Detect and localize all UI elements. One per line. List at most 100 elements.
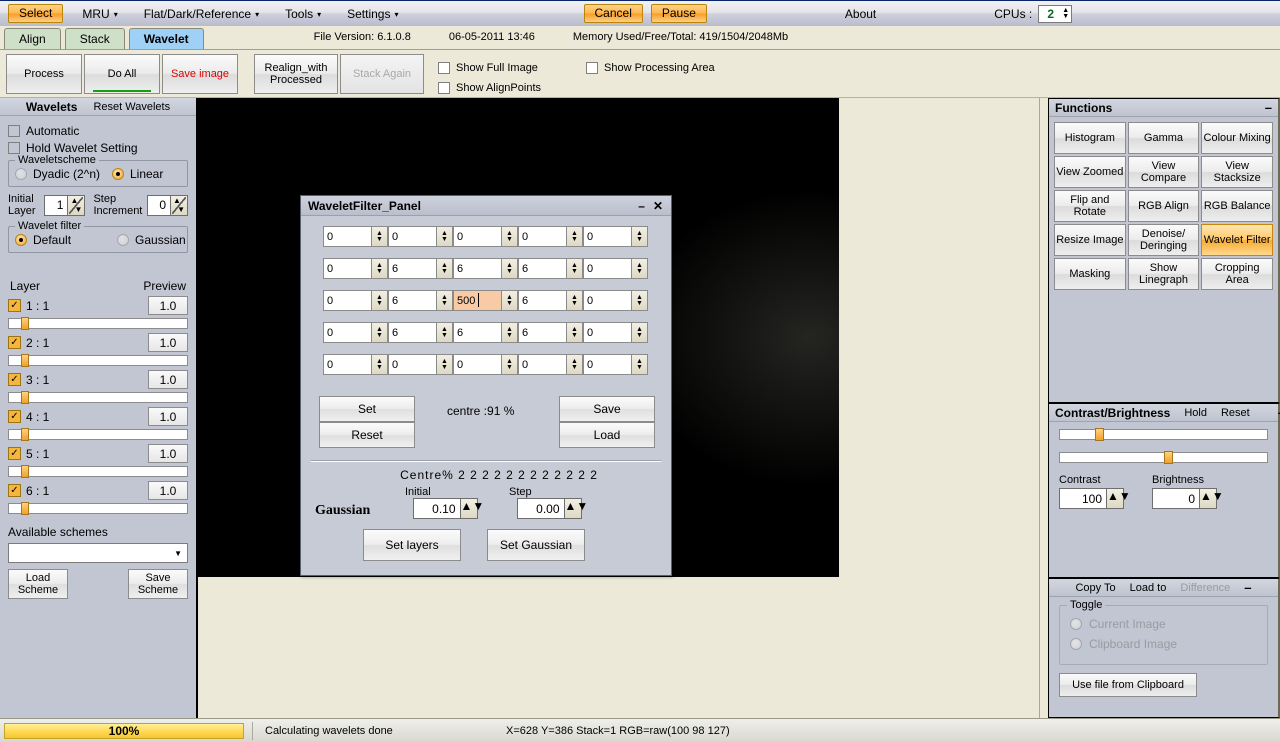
checkbox-show-alignpoints[interactable]: Show AlignPoints	[438, 78, 838, 98]
matrix-cell-4-1[interactable]: 0▲▼	[388, 354, 453, 375]
matrix-cell-1-2[interactable]: 6▲▼	[453, 258, 518, 279]
radio-dyadic-icon[interactable]	[15, 168, 27, 180]
layer-1-slider[interactable]	[8, 317, 188, 330]
stepper-arrows-icon[interactable]: ▲▼	[501, 323, 517, 342]
stepper-arrows-icon[interactable]: ▲▼	[631, 227, 647, 246]
set-gaussian-button[interactable]: Set Gaussian	[487, 529, 585, 561]
layer-3-checkbox[interactable]: ✓	[8, 373, 21, 386]
layer-1-preview[interactable]: 1.0	[148, 296, 188, 315]
minimize-icon[interactable]: –	[1244, 584, 1251, 592]
matrix-cell-4-0[interactable]: 0▲▼	[323, 354, 388, 375]
stepper-arrows-icon[interactable]: ▲▼	[566, 227, 582, 246]
tab-align[interactable]: Align	[4, 28, 61, 49]
stepper-arrows-icon[interactable]: ▲▼	[67, 196, 84, 215]
checkbox-automatic[interactable]: Automatic	[8, 122, 188, 139]
matrix-cell-4-3[interactable]: 0▲▼	[518, 354, 583, 375]
radio-gaussian-icon[interactable]	[117, 234, 129, 246]
matrix-cell-2-4[interactable]: 0▲▼	[583, 290, 648, 311]
process-button[interactable]: Process	[6, 54, 82, 94]
pause-button[interactable]: Pause	[651, 4, 707, 23]
matrix-cell-0-0[interactable]: 0▲▼	[323, 226, 388, 247]
dialog-set-button[interactable]: Set	[319, 396, 415, 422]
radio-default-label[interactable]: Default	[33, 233, 71, 247]
matrix-cell-0-1[interactable]: 0▲▼	[388, 226, 453, 247]
minimize-icon[interactable]: –	[1265, 104, 1272, 112]
stepper-arrows-icon[interactable]: ▲▼	[170, 196, 187, 215]
function-rgb-align-button[interactable]: RGB Align	[1128, 190, 1200, 222]
save-image-button[interactable]: Save image	[162, 54, 238, 94]
matrix-cell-3-1[interactable]: 6▲▼	[388, 322, 453, 343]
checkbox-icon[interactable]	[438, 82, 450, 94]
stepper-arrows-icon[interactable]: ▲▼	[436, 227, 452, 246]
function-show-linegraph-button[interactable]: Show Linegraph	[1128, 258, 1200, 290]
stepper-arrows-icon[interactable]: ▲▼	[436, 259, 452, 278]
stepper-arrows-icon[interactable]: ▲▼	[501, 291, 517, 310]
stepper-arrows-icon[interactable]: ▲▼	[631, 323, 647, 342]
function-gamma-button[interactable]: Gamma	[1128, 122, 1200, 154]
stepper-arrows-icon[interactable]: ▲▼	[564, 499, 581, 518]
chevron-down-icon[interactable]: ▼	[174, 549, 182, 558]
layer-5-slider[interactable]	[8, 465, 188, 478]
function-view-zoomed-button[interactable]: View Zoomed	[1054, 156, 1126, 188]
cancel-button[interactable]: Cancel	[584, 4, 643, 23]
hold-link[interactable]: Hold	[1184, 407, 1207, 419]
menu-settings[interactable]: Settings▾	[340, 4, 405, 24]
stepper-arrows-icon[interactable]: ▲▼	[436, 355, 452, 374]
layer-6-preview[interactable]: 1.0	[148, 481, 188, 500]
stepper-arrows-icon[interactable]: ▲▼	[566, 355, 582, 374]
matrix-cell-1-4[interactable]: 0▲▼	[583, 258, 648, 279]
stepper-arrows-icon[interactable]: ▲▼	[631, 291, 647, 310]
stepper-arrows-icon[interactable]: ▲▼	[436, 323, 452, 342]
layer-1-checkbox[interactable]: ✓	[8, 299, 21, 312]
matrix-cell-1-3[interactable]: 6▲▼	[518, 258, 583, 279]
stepper-arrows-icon[interactable]: ▲▼	[501, 227, 517, 246]
checkbox-show-processing-area[interactable]: Show Processing Area	[586, 58, 715, 78]
stepper-arrows-icon[interactable]: ▲▼	[1199, 489, 1216, 508]
matrix-cell-1-0[interactable]: 0▲▼	[323, 258, 388, 279]
layer-5-preview[interactable]: 1.0	[148, 444, 188, 463]
dialog-load-button[interactable]: Load	[559, 422, 655, 448]
radio-gaussian-label[interactable]: Gaussian	[135, 233, 186, 247]
checkbox-icon[interactable]	[8, 125, 20, 137]
layer-2-preview[interactable]: 1.0	[148, 333, 188, 352]
layer-6-slider[interactable]	[8, 502, 188, 515]
reset-link[interactable]: Reset	[1221, 407, 1250, 419]
function-view-stacksize-button[interactable]: View Stacksize	[1201, 156, 1273, 188]
menu-tools[interactable]: Tools▾	[278, 4, 328, 24]
waveletfilter-panel-dialog[interactable]: WaveletFilter_Panel – ✕ 0▲▼ 0▲▼ 0▲▼ 0▲▼ …	[300, 195, 672, 576]
radio-linear-icon[interactable]	[112, 168, 124, 180]
minimize-icon[interactable]: –	[634, 199, 649, 213]
radio-dyadic-label[interactable]: Dyadic (2^n)	[33, 167, 100, 181]
function-resize-image-button[interactable]: Resize Image	[1054, 224, 1126, 256]
select-button[interactable]: Select	[8, 4, 63, 23]
slider-thumb[interactable]	[1164, 451, 1173, 464]
copy-to-link[interactable]: Copy To	[1075, 582, 1115, 594]
matrix-cell-3-2[interactable]: 6▲▼	[453, 322, 518, 343]
matrix-cell-3-0[interactable]: 0▲▼	[323, 322, 388, 343]
matrix-cell-3-3[interactable]: 6▲▼	[518, 322, 583, 343]
initial-layer-stepper[interactable]: 1 ▲▼	[44, 195, 85, 216]
checkbox-icon[interactable]	[586, 62, 598, 74]
function-cropping-area-button[interactable]: Cropping Area	[1201, 258, 1273, 290]
brightness-slider[interactable]	[1059, 451, 1268, 464]
menu-flat-dark-reference[interactable]: Flat/Dark/Reference▾	[137, 4, 266, 24]
stepper-arrows-icon[interactable]: ▲▼	[371, 291, 387, 310]
stepper-arrows-icon[interactable]: ▲▼	[566, 323, 582, 342]
stepper-arrows-icon[interactable]: ▲▼	[371, 355, 387, 374]
stepper-arrows-icon[interactable]: ▲▼	[566, 259, 582, 278]
stepper-arrows-icon[interactable]: ▲▼	[631, 259, 647, 278]
slider-thumb[interactable]	[21, 317, 29, 330]
layer-2-checkbox[interactable]: ✓	[8, 336, 21, 349]
layer-3-slider[interactable]	[8, 391, 188, 404]
matrix-cell-4-2[interactable]: 0▲▼	[453, 354, 518, 375]
matrix-cell-2-1[interactable]: 6▲▼	[388, 290, 453, 311]
slider-thumb[interactable]	[21, 391, 29, 404]
do-all-button[interactable]: Do All	[84, 54, 160, 94]
about-menu[interactable]: About	[837, 7, 884, 21]
tab-wavelet[interactable]: Wavelet	[129, 28, 204, 49]
stepper-arrows-icon[interactable]: ▲▼	[371, 259, 387, 278]
brightness-stepper[interactable]: 0 ▲▼	[1152, 488, 1217, 509]
stepper-arrows-icon[interactable]: ▲▼	[1062, 6, 1071, 22]
matrix-cell-0-3[interactable]: 0▲▼	[518, 226, 583, 247]
set-layers-button[interactable]: Set layers	[363, 529, 461, 561]
